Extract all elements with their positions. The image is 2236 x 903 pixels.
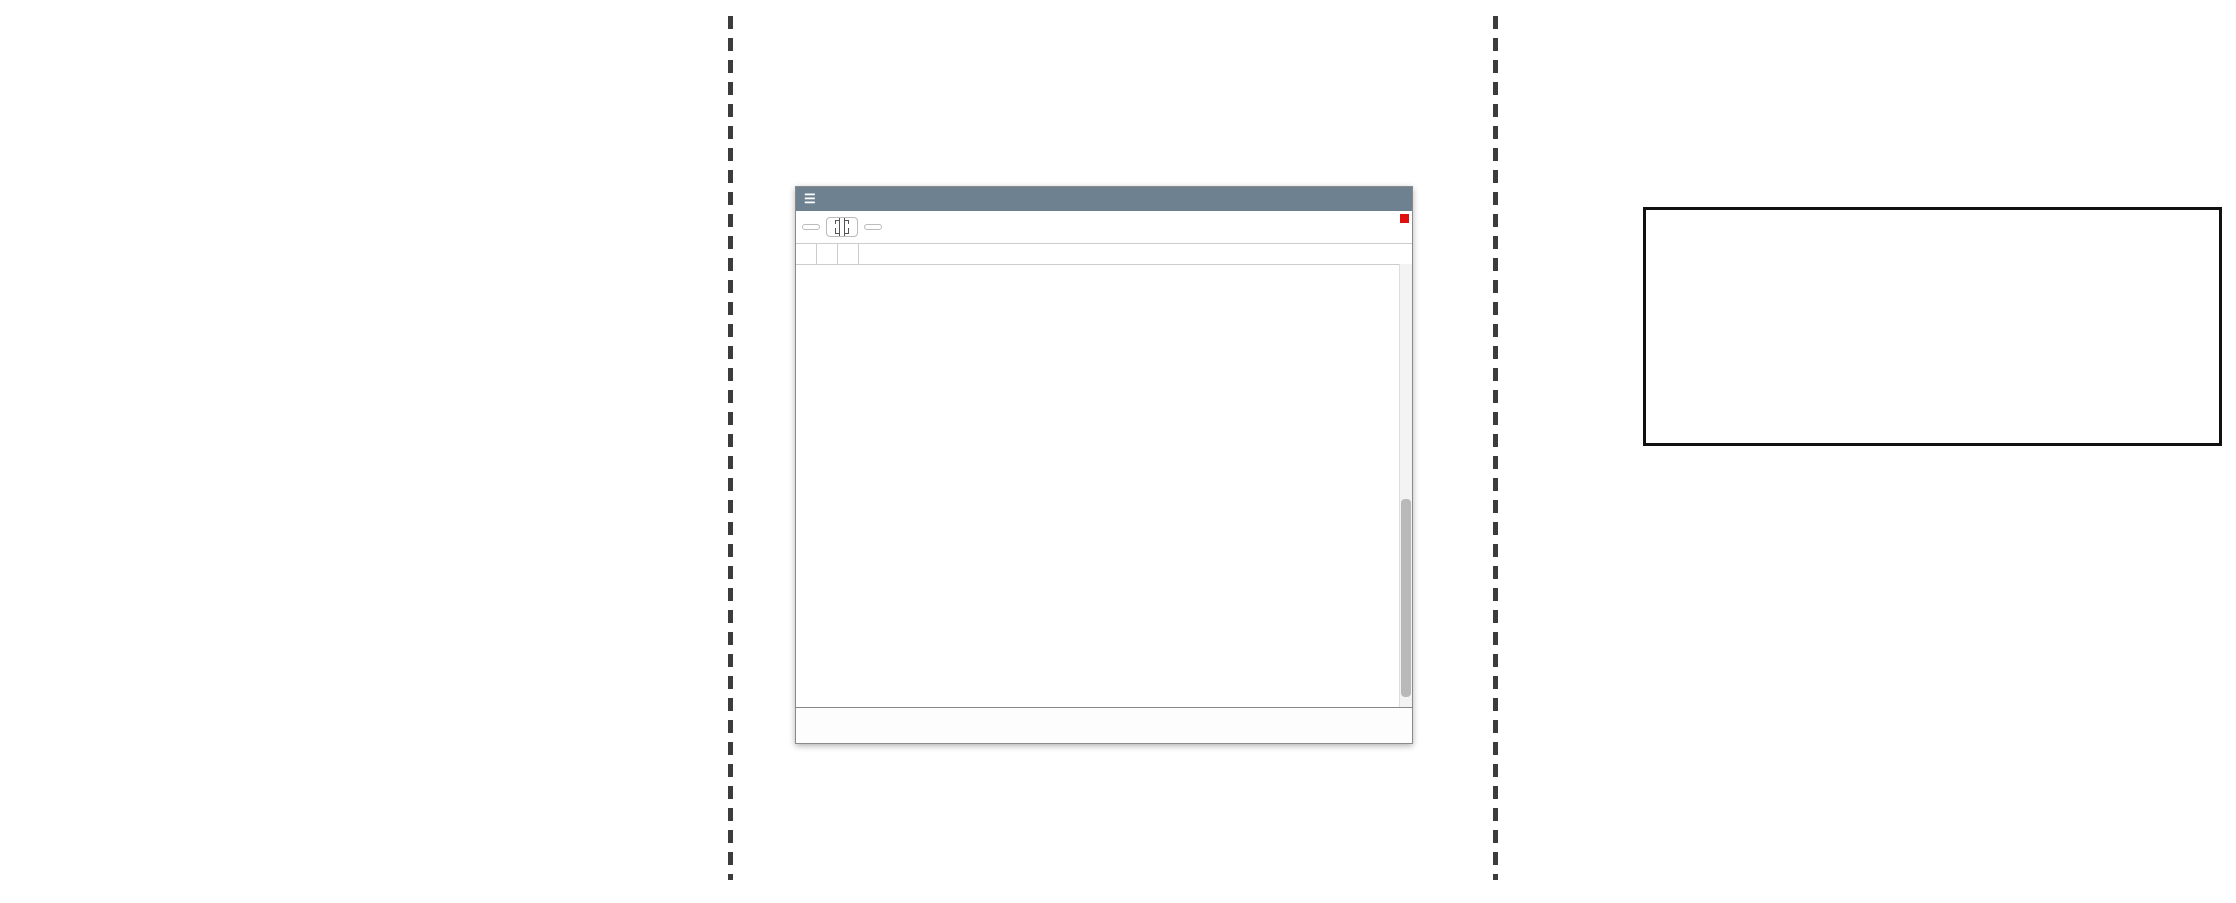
slide: ☰ xyxy=(0,0,2236,903)
plain-code-pane xyxy=(1646,210,1959,443)
annotated-code-pane xyxy=(1959,210,2219,443)
binarysearch-code-figure xyxy=(1643,207,2222,446)
benchmark-chart xyxy=(0,0,2236,903)
